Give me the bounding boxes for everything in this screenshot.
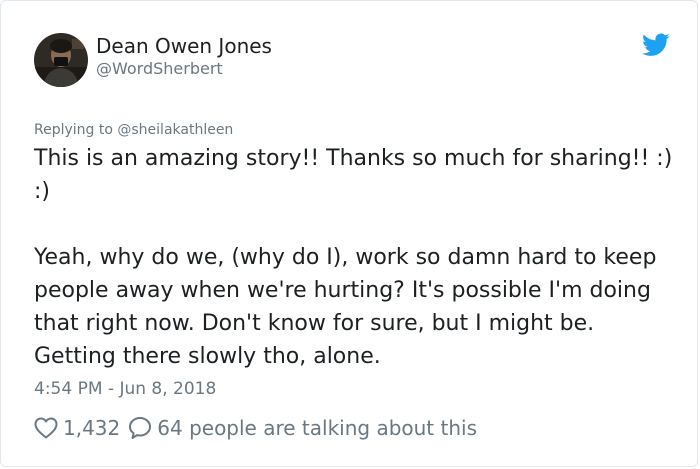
tweet-text: This is an amazing story!! Thanks so muc… bbox=[34, 146, 673, 369]
tweet-actions: 1,432 64 people are talking about this bbox=[34, 413, 477, 443]
author-handle[interactable]: @WordSherbert bbox=[96, 59, 223, 79]
heart-icon bbox=[34, 417, 58, 439]
author-display-name[interactable]: Dean Owen Jones bbox=[96, 33, 272, 59]
reply-context[interactable]: Replying to @sheilakathleen bbox=[34, 120, 233, 140]
tweet-timestamp[interactable]: 4:54 PM - Jun 8, 2018 bbox=[34, 377, 216, 401]
user-photo-avatar-icon bbox=[34, 33, 88, 87]
twitter-bird-icon[interactable] bbox=[642, 33, 670, 57]
like-count: 1,432 bbox=[63, 416, 121, 440]
conversation-label: 64 people are talking about this bbox=[157, 416, 478, 440]
author-avatar[interactable] bbox=[34, 33, 88, 87]
conversation-link[interactable]: 64 people are talking about this bbox=[128, 416, 477, 440]
speech-bubble-icon bbox=[129, 417, 152, 439]
like-button[interactable]: 1,432 bbox=[34, 416, 120, 440]
tweet-card: Dean Owen Jones @WordSherbert Replying t… bbox=[0, 0, 698, 467]
